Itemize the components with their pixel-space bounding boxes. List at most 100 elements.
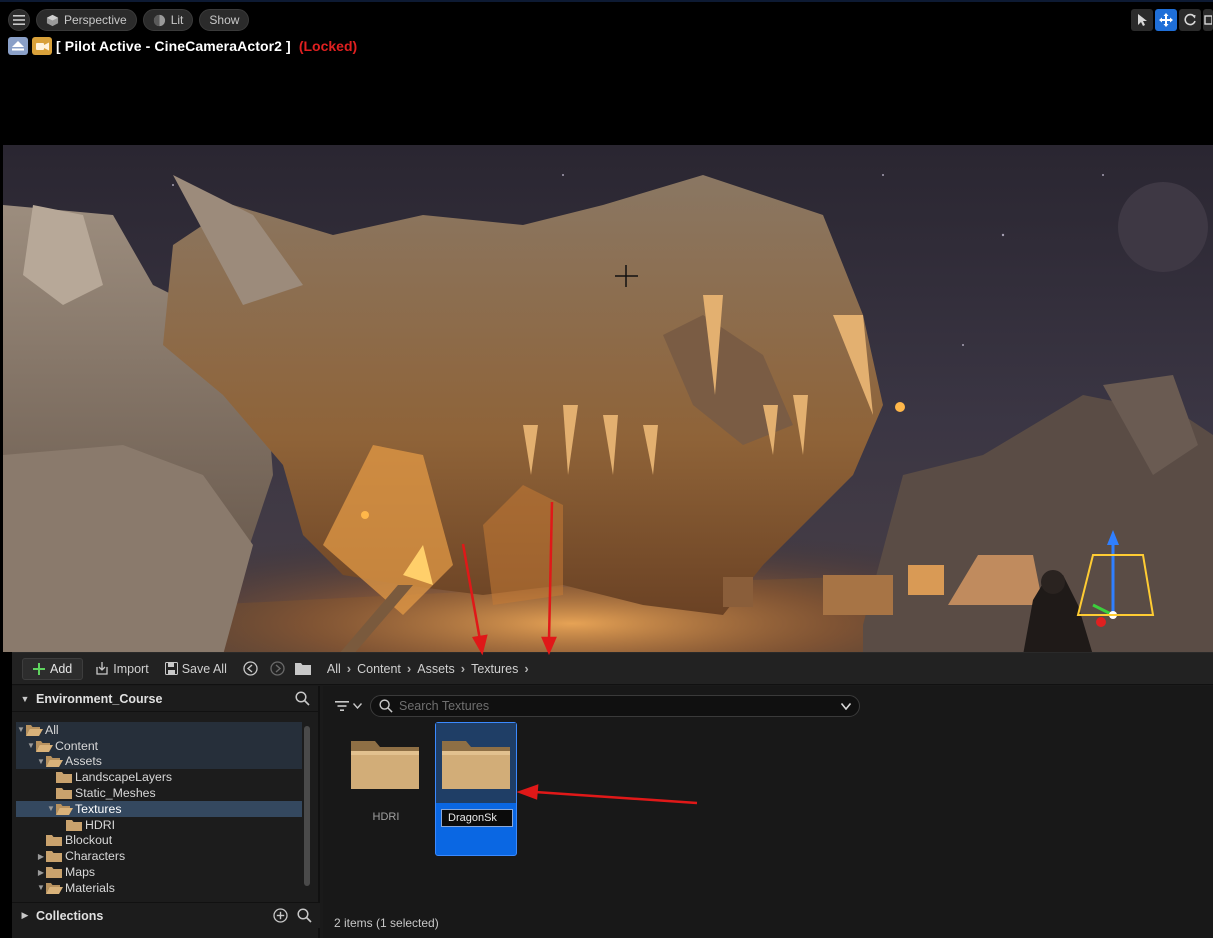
move-tool-button[interactable] [1155,9,1177,31]
folder-open-icon [46,882,63,894]
history-back-button[interactable] [239,661,262,676]
tree-scrollbar-thumb[interactable] [304,726,310,886]
save-all-label: Save All [181,661,227,676]
chevron-right-icon[interactable]: › [524,661,528,676]
perspective-button[interactable]: Perspective [36,9,137,31]
tree-header[interactable]: ▼ Environment_Course [12,686,318,712]
pilot-actor-label: [ Pilot Active - CineCameraActor2 ] [56,38,291,54]
import-button[interactable]: Import [91,662,152,676]
hamburger-icon [13,15,25,25]
expanded-triangle-icon[interactable]: ▼ [46,804,56,813]
folder-open-icon [46,755,63,768]
transform-tools [1131,9,1213,31]
tree-item-label: HDRI [85,817,116,832]
tree-item-label: Textures [75,801,122,816]
asset-label: HDRI [372,811,400,823]
chevron-down-icon [353,703,362,709]
add-circle-icon[interactable] [273,908,288,923]
rotate-tool-button[interactable] [1179,9,1201,31]
tree-item-label: All [45,722,59,737]
level-viewport[interactable]: Perspective Lit Show [ Pilot Active - Ci… [0,0,1213,652]
expanded-triangle-icon[interactable]: ▼ [36,883,46,892]
breadcrumb: All › Content › Assets › Textures › [321,661,529,676]
collections-header[interactable]: ▶ Collections [12,902,320,928]
folder-open-icon [36,740,53,752]
folder-tree: ▼ All ▼ Content ▼ Assets LandscapeLayers Static… [16,722,302,896]
tree-item[interactable]: LandscapeLayers [16,769,302,785]
content-browser-toolbar: Add Import Save All All › Content › Asse… [12,653,1213,685]
tree-item[interactable]: ▶ Characters [16,848,302,864]
select-tool-button[interactable] [1131,9,1153,31]
add-button[interactable]: Add [22,657,84,680]
folder-icon [442,741,510,789]
breadcrumb-all[interactable]: All [321,662,347,676]
collections-label: Collections [36,908,104,923]
folder-icon [351,741,419,789]
breadcrumb-content[interactable]: Content [351,662,407,676]
tree-item-label: Static_Meshes [75,786,156,801]
folder-open-icon [26,724,43,736]
breadcrumb-assets[interactable]: Assets [411,662,461,676]
folder-icon [293,662,313,675]
expanded-triangle-icon[interactable]: ▼ [16,725,26,734]
collapse-triangle-icon[interactable]: ▼ [20,694,30,704]
project-name: Environment_Course [36,691,163,706]
tree-item-label: Content [55,738,99,753]
search-icon[interactable] [297,908,312,923]
folder-thumbnail [345,723,425,803]
save-all-button[interactable]: Save All [161,662,231,676]
scale-tool-button[interactable] [1203,9,1213,31]
folder-open-icon [56,803,73,815]
lit-button[interactable]: Lit [142,9,194,31]
search-icon[interactable] [295,691,310,706]
lit-label: Lit [170,13,184,27]
tree-item[interactable]: Blockout [16,833,302,849]
cube-icon [46,14,59,26]
scene-render[interactable] [3,145,1213,652]
tree-item[interactable]: ▼ Assets [16,753,302,770]
arrow-right-circle-icon [270,661,285,676]
show-button[interactable]: Show [199,9,250,31]
tree-item[interactable]: ▼ Materials [16,880,302,896]
folder-icon [56,771,73,784]
viewport-toolbar: Perspective Lit Show [8,9,250,31]
tree-item-label: Materials [65,880,115,895]
camera-icon [32,37,52,55]
asset-tile-hdri[interactable]: HDRI [345,723,427,857]
history-forward-button[interactable] [270,661,285,676]
filter-dropdown[interactable] [335,700,362,712]
filter-row [335,695,860,717]
scale-icon [1204,15,1212,25]
content-browser: Add Import Save All All › Content › Asse… [12,652,1213,938]
rename-input[interactable] [441,809,513,827]
folder-icon [56,787,73,800]
import-label: Import [113,661,149,676]
perspective-label: Perspective [64,13,127,27]
collapsed-triangle-icon[interactable]: ▶ [36,868,46,877]
folder-thumbnail [436,723,516,803]
import-icon [96,662,108,675]
expand-triangle-icon[interactable]: ▶ [20,910,30,921]
tree-item[interactable]: ▼ Content [16,737,302,754]
chevron-down-icon[interactable] [841,702,851,710]
viewport-menu-button[interactable] [8,9,30,31]
pilot-indicator: [ Pilot Active - CineCameraActor2 ] (Loc… [8,37,357,55]
tree-item[interactable]: ▼ Textures [16,800,302,817]
search-textures-input[interactable] [399,699,835,713]
expanded-triangle-icon[interactable]: ▼ [26,741,36,750]
tree-item-label: LandscapeLayers [75,770,173,785]
move-arrows-icon [1159,13,1173,27]
plus-icon [33,662,45,675]
search-textures-box[interactable] [370,695,860,717]
expanded-triangle-icon[interactable]: ▼ [36,757,46,766]
asset-tile-selected[interactable] [435,722,517,856]
filter-icon [335,701,349,711]
tree-item[interactable]: ▶ Maps [16,864,302,880]
tree-item[interactable]: HDRI [16,817,302,833]
breadcrumb-textures[interactable]: Textures [465,662,524,676]
status-text: 2 items (1 selected) [334,916,439,930]
collapsed-triangle-icon[interactable]: ▶ [36,852,46,861]
eject-icon[interactable] [8,37,28,55]
tree-item[interactable]: ▼ All [16,722,302,738]
tree-item[interactable]: Static_Meshes [16,785,302,801]
